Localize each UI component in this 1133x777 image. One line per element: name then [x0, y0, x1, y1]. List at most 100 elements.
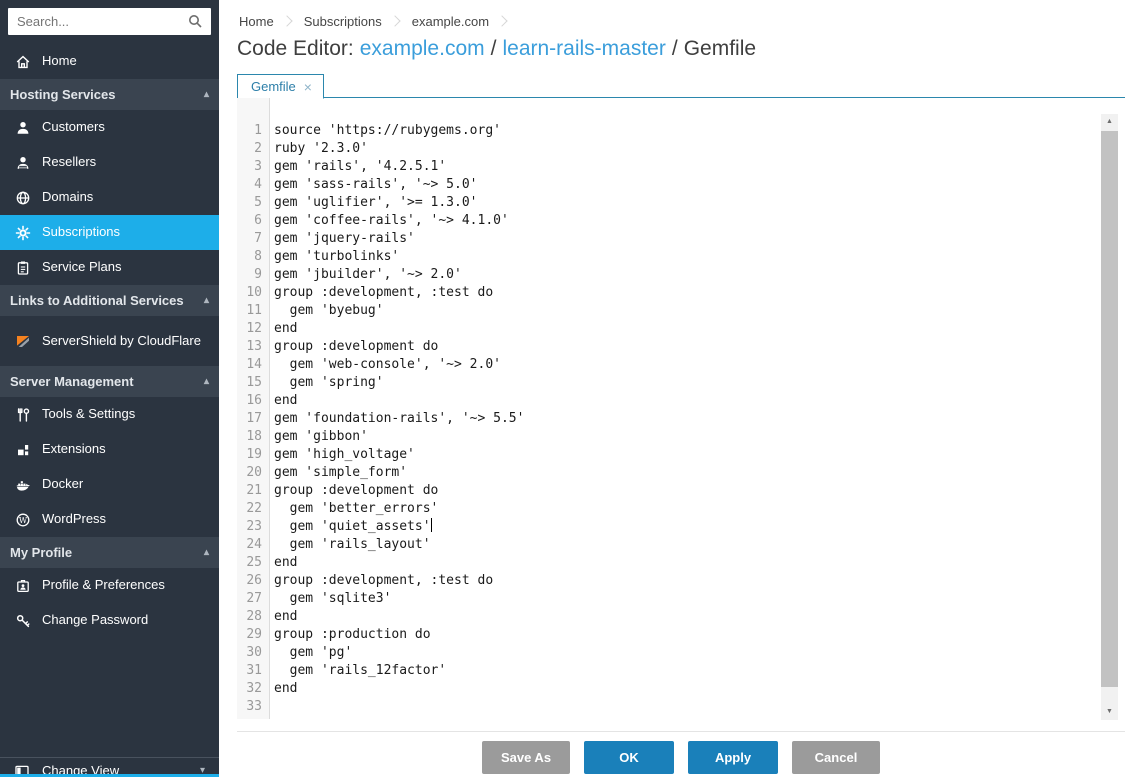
save-as-button[interactable]: Save As — [482, 741, 570, 774]
code-line: 30 gem 'pg' — [237, 644, 1125, 662]
sidebar-section-header[interactable]: Links to Additional Services▴ — [0, 285, 219, 316]
tab-gemfile[interactable]: Gemfile × — [237, 74, 324, 99]
code-text: gem 'spring' — [269, 374, 384, 392]
sidebar-item-label: Customers — [42, 119, 113, 135]
code-line: 24 gem 'rails_layout' — [237, 536, 1125, 554]
code-text: gem 'sass-rails', '~> 5.0' — [269, 176, 478, 194]
sidebar-section-header[interactable]: My Profile▴ — [0, 537, 219, 568]
code-line: 28end — [237, 608, 1125, 626]
search-input[interactable] — [8, 8, 211, 35]
sidebar-item-tools-settings[interactable]: Tools & Settings — [0, 397, 219, 432]
code-text: gem 'foundation-rails', '~> 5.5' — [269, 410, 524, 428]
code-text: group :development, :test do — [269, 284, 493, 302]
code-text: gem 'byebug' — [269, 302, 384, 320]
line-number: 2 — [237, 140, 269, 158]
sidebar: Home Hosting Services▴ Customers Resellers D… — [0, 0, 219, 777]
tools-settings-icon — [14, 407, 32, 423]
sidebar-item-wordpress[interactable]: WWordPress — [0, 502, 219, 537]
line-number: 26 — [237, 572, 269, 590]
sidebar-item-subscriptions[interactable]: Subscriptions — [0, 215, 219, 250]
sidebar-item-domains[interactable]: Domains — [0, 180, 219, 215]
line-number: 32 — [237, 680, 269, 698]
scrollbar-thumb[interactable] — [1101, 131, 1118, 687]
code-text: gem 'rails', '4.2.5.1' — [269, 158, 446, 176]
line-number: 13 — [237, 338, 269, 356]
title-separator: / — [672, 37, 678, 61]
code-text: end — [269, 392, 297, 410]
sidebar-item-extensions[interactable]: Extensions — [0, 432, 219, 467]
line-number: 16 — [237, 392, 269, 410]
sidebar-item-home[interactable]: Home — [0, 44, 219, 79]
breadcrumb-item[interactable]: Home — [237, 14, 276, 29]
tab-close-icon[interactable]: × — [304, 79, 312, 95]
sidebar-nav: Home Hosting Services▴ Customers Resellers D… — [0, 44, 219, 638]
code-line: 22 gem 'better_errors' — [237, 500, 1125, 518]
code-line: 27 gem 'sqlite3' — [237, 590, 1125, 608]
scroll-up-icon[interactable]: ▲ — [1101, 114, 1118, 130]
home-icon — [14, 54, 32, 70]
line-number: 1 — [237, 122, 269, 140]
breadcrumb-chevron-icon — [389, 15, 400, 26]
sidebar-item-label: Home — [42, 53, 85, 69]
code-line: 13group :development do — [237, 338, 1125, 356]
sidebar-item-service-plans[interactable]: Service Plans — [0, 250, 219, 285]
line-number: 7 — [237, 230, 269, 248]
code-text: source 'https://rubygems.org' — [269, 122, 501, 140]
code-line: 3gem 'rails', '4.2.5.1' — [237, 158, 1125, 176]
editor-scrollbar[interactable]: ▲ ▼ — [1101, 114, 1118, 720]
apply-button[interactable]: Apply — [688, 741, 778, 774]
line-number: 19 — [237, 446, 269, 464]
line-number: 23 — [237, 518, 269, 536]
sidebar-section-header[interactable]: Hosting Services▴ — [0, 79, 219, 110]
sidebar-item-label: Docker — [42, 476, 91, 492]
search-icon[interactable] — [187, 13, 204, 30]
sidebar-item-label: Domains — [42, 189, 101, 205]
cancel-button[interactable]: Cancel — [792, 741, 880, 774]
breadcrumb: Home Subscriptions example.com — [237, 10, 1125, 32]
extensions-icon — [14, 442, 32, 458]
line-number: 15 — [237, 374, 269, 392]
code-text: group :development do — [269, 482, 438, 500]
code-line: 7gem 'jquery-rails' — [237, 230, 1125, 248]
code-text: gem 'turbolinks' — [269, 248, 399, 266]
code-editor[interactable]: 1source 'https://rubygems.org'2ruby '2.3… — [237, 98, 1125, 719]
code-text: gem 'gibbon' — [269, 428, 368, 446]
sidebar-item-servershield-by-cloudflare[interactable]: ServerShield by CloudFlare — [0, 316, 219, 366]
search-box — [8, 8, 211, 35]
line-number: 8 — [237, 248, 269, 266]
section-header-label: Server Management — [10, 374, 204, 389]
sidebar-item-profile-preferences[interactable]: Profile & Preferences — [0, 568, 219, 603]
line-number: 12 — [237, 320, 269, 338]
scroll-down-icon[interactable]: ▼ — [1101, 704, 1118, 720]
site-link[interactable]: example.com — [360, 37, 485, 61]
code-text: gem 'coffee-rails', '~> 4.1.0' — [269, 212, 509, 230]
code-text: ruby '2.3.0' — [269, 140, 368, 158]
line-number: 6 — [237, 212, 269, 230]
sidebar-item-resellers[interactable]: Resellers — [0, 145, 219, 180]
code-line: 4gem 'sass-rails', '~> 5.0' — [237, 176, 1125, 194]
chevron-up-icon: ▴ — [204, 547, 209, 558]
sidebar-section-header[interactable]: Server Management▴ — [0, 366, 219, 397]
tab-label: Gemfile — [251, 79, 296, 94]
code-text: gem 'jquery-rails' — [269, 230, 415, 248]
sidebar-item-customers[interactable]: Customers — [0, 110, 219, 145]
title-separator: / — [491, 37, 497, 61]
code-text: gem 'uglifier', '>= 1.3.0' — [269, 194, 478, 212]
chevron-up-icon: ▴ — [204, 89, 209, 100]
code-line: 9gem 'jbuilder', '~> 2.0' — [237, 266, 1125, 284]
ok-button[interactable]: OK — [584, 741, 674, 774]
code-line: 18gem 'gibbon' — [237, 428, 1125, 446]
subscriptions-icon — [14, 225, 32, 241]
domains-icon — [14, 190, 32, 206]
sidebar-item-change-password[interactable]: Change Password — [0, 603, 219, 638]
breadcrumb-item[interactable]: Subscriptions — [302, 14, 384, 29]
code-text: end — [269, 320, 297, 338]
code-text: gem 'rails_12factor' — [269, 662, 446, 680]
breadcrumb-item[interactable]: example.com — [410, 14, 491, 29]
code-text: gem 'high_voltage' — [269, 446, 415, 464]
repo-link[interactable]: learn-rails-master — [502, 37, 665, 61]
sidebar-item-docker[interactable]: Docker — [0, 467, 219, 502]
code-line: 17gem 'foundation-rails', '~> 5.5' — [237, 410, 1125, 428]
code-text: gem 'jbuilder', '~> 2.0' — [269, 266, 462, 284]
chevron-up-icon: ▴ — [204, 376, 209, 387]
